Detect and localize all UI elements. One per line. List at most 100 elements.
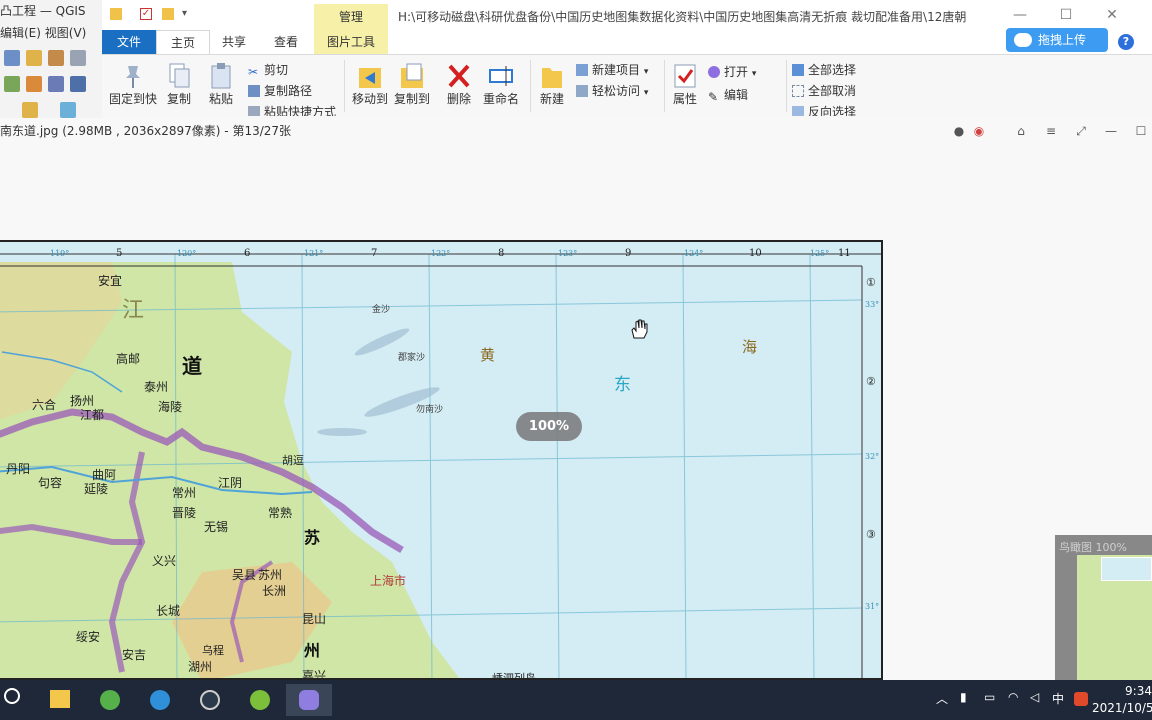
place-label: 勿南沙: [416, 405, 444, 415]
viewer-maximize-icon[interactable]: ☐: [1134, 124, 1148, 138]
select-none-icon: [792, 85, 804, 97]
qgis-open-icon[interactable]: [4, 50, 20, 66]
help-icon[interactable]: ?: [1118, 34, 1134, 50]
edge-taskbar-icon[interactable]: [144, 684, 176, 716]
pin-button[interactable]: 固定到快: [108, 62, 158, 107]
tab-view[interactable]: 查看: [260, 30, 312, 54]
invert-select-button[interactable]: 反向选择: [792, 102, 856, 116]
qgis-folder-icon[interactable]: [22, 102, 38, 118]
new-folder-button[interactable]: 新建: [534, 62, 570, 107]
paste-shortcut-button[interactable]: 粘贴快捷方式: [248, 102, 336, 116]
minimize-button[interactable]: —: [1010, 6, 1030, 24]
microphone-icon[interactable]: ▮: [960, 690, 967, 704]
easy-access-button[interactable]: 轻松访问 ▾: [576, 81, 648, 101]
qgis-menu[interactable]: 编辑(E) 视图(V): [0, 24, 86, 41]
qgis-layer-icon[interactable]: [60, 102, 76, 118]
properties-button[interactable]: 属性: [668, 62, 702, 107]
quick-access-dropdown-icon[interactable]: ▾: [182, 8, 187, 19]
close-button[interactable]: ✕: [1102, 6, 1122, 24]
copy-path-button[interactable]: 复制路径: [248, 81, 312, 101]
record-icon[interactable]: ◉: [972, 124, 986, 138]
copy-to-label: 复制到: [393, 92, 430, 106]
cloud-icon: [1014, 33, 1032, 47]
volume-icon[interactable]: ◁: [1030, 690, 1039, 704]
degree-label: 120°: [177, 249, 197, 258]
scale-number: 11: [838, 248, 851, 259]
upload-label: 拖拽上传: [1038, 33, 1087, 47]
avatar-icon[interactable]: ●: [952, 124, 966, 138]
manage-context-tab[interactable]: 管理: [314, 4, 388, 30]
new-item-label: 新建项目: [592, 63, 641, 77]
navigator-panel[interactable]: 鸟瞰图 100%: [1055, 535, 1152, 680]
battery-icon[interactable]: ▭: [984, 690, 995, 704]
explorer-window: ✓ ▾ 管理 H:\可移动磁盘\科研优盘备份\中国历史地图集数据化资料\中国历史…: [102, 0, 1152, 119]
place-label: 绥安: [76, 630, 101, 644]
edit-button[interactable]: ✎ 编辑: [708, 85, 748, 105]
select-all-icon: [792, 64, 804, 76]
open-button[interactable]: 打开 ▾: [708, 62, 756, 82]
qgis-layout-icon[interactable]: [70, 50, 86, 66]
rename-label: 重命名: [482, 92, 519, 106]
ribbon-separator: [344, 60, 345, 112]
move-to-button[interactable]: 移动到: [350, 62, 390, 107]
ime-indicator[interactable]: 中: [1052, 690, 1064, 707]
copy-path-label: 复制路径: [264, 84, 313, 98]
paste-label: 粘贴: [208, 92, 233, 106]
rename-button[interactable]: 重命名: [480, 62, 522, 107]
copy-label: 复制: [166, 92, 191, 106]
fullscreen-icon[interactable]: ⤢: [1074, 124, 1088, 138]
degree-label: 119°: [50, 249, 70, 258]
new-item-icon: [576, 64, 588, 76]
copy-button[interactable]: 复制: [162, 62, 196, 107]
wifi-icon[interactable]: ◠: [1008, 690, 1018, 704]
new-folder-quick-icon[interactable]: [162, 8, 174, 20]
row-marker: ②: [866, 375, 876, 388]
place-label: 丹阳: [6, 462, 31, 476]
place-label: 金沙: [372, 305, 391, 315]
tab-file[interactable]: 文件: [102, 30, 156, 54]
degree-label: 32°: [865, 452, 880, 461]
map-image[interactable]: 5 6 7 8 9 10 11 119° 120° 121° 122° 123°…: [0, 240, 883, 680]
select-all-button[interactable]: 全部选择: [792, 60, 856, 80]
place-label: 长洲: [262, 584, 287, 598]
menu-icon[interactable]: ≡: [1044, 124, 1058, 138]
image-title: 南东道.jpg (2.98MB , 2036x2897像素) - 第13/27张: [0, 124, 292, 138]
scale-number: 10: [749, 248, 762, 259]
qgis-edit-icon[interactable]: [26, 76, 42, 92]
paste-button[interactable]: 粘贴: [202, 62, 240, 107]
place-label: 安宜: [98, 274, 123, 288]
qgis-vector-icon[interactable]: [70, 76, 86, 92]
app-taskbar-icon[interactable]: [194, 684, 226, 716]
qgis-digitize-icon[interactable]: [4, 76, 20, 92]
tab-home[interactable]: 主页: [156, 30, 210, 55]
properties-quick-icon[interactable]: ✓: [140, 8, 152, 20]
new-item-button[interactable]: 新建项目 ▾: [576, 60, 648, 80]
image-viewer-taskbar-icon[interactable]: [286, 684, 332, 716]
qgis-taskbar-icon[interactable]: [244, 684, 276, 716]
search-icon[interactable]: [4, 688, 20, 704]
baidu-upload-button[interactable]: 拖拽上传: [1006, 28, 1108, 52]
scale-number: 7: [371, 248, 378, 259]
cut-button[interactable]: ✂ 剪切: [248, 60, 288, 80]
viewer-minimize-icon[interactable]: —: [1104, 124, 1118, 138]
delete-button[interactable]: 删除: [442, 62, 476, 107]
qgis-print-icon[interactable]: [48, 50, 64, 66]
copy-path-icon: [248, 85, 260, 97]
scale-number: 6: [244, 248, 251, 259]
chevron-up-icon[interactable]: ︿: [936, 690, 948, 707]
pin-top-icon[interactable]: ⌂: [1014, 124, 1028, 138]
maximize-button[interactable]: ☐: [1056, 6, 1076, 24]
select-none-button[interactable]: 全部取消: [792, 81, 856, 101]
copy-to-button[interactable]: 复制到: [392, 62, 432, 107]
copy-icon: [166, 62, 192, 90]
file-explorer-taskbar-icon[interactable]: [44, 684, 76, 716]
qgis-save-icon[interactable]: [26, 50, 42, 66]
tab-share[interactable]: 共享: [208, 30, 260, 54]
navigator-viewport[interactable]: [1101, 557, 1152, 581]
sogou-icon[interactable]: [1074, 692, 1088, 706]
place-label: 泰州: [144, 380, 169, 394]
clock[interactable]: 9:34 2021/10/5: [1092, 683, 1152, 717]
qgis-node-icon[interactable]: [48, 76, 64, 92]
tab-picture-tools[interactable]: 图片工具: [314, 30, 388, 54]
browser-taskbar-icon[interactable]: [94, 684, 126, 716]
